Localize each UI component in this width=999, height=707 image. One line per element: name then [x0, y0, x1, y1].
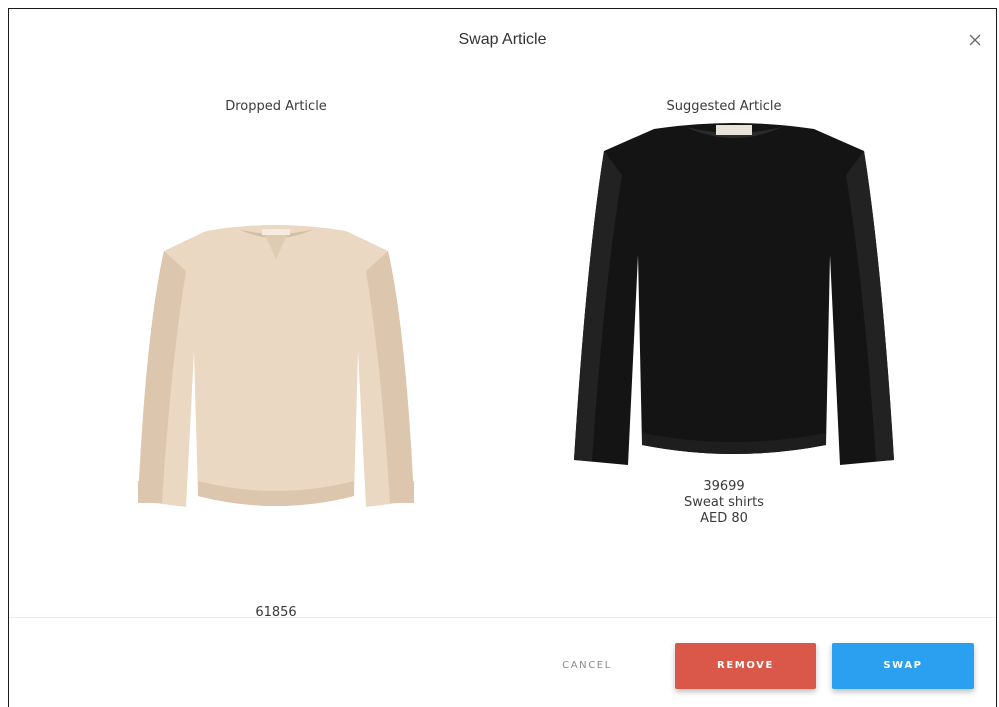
suggested-article-label: Suggested Article [666, 99, 782, 114]
close-icon [969, 34, 981, 46]
dropped-article-label: Dropped Article [225, 99, 327, 114]
swap-article-dialog: Swap Article Dropped Article 61856 Sugge… [8, 8, 997, 707]
suggested-article-price: AED 80 [700, 511, 748, 526]
suggested-article-panel: Suggested Article 39699 Sweat shirts AED… [499, 99, 949, 526]
footer-divider [9, 617, 996, 618]
suggested-article-category: Sweat shirts [684, 495, 764, 510]
beige-sweatshirt-image [138, 225, 414, 507]
cancel-button[interactable]: CANCEL [539, 643, 635, 689]
dropped-article-panel: Dropped Article 61856 [51, 99, 501, 620]
dropped-article-number: 61856 [255, 605, 297, 620]
remove-button[interactable]: REMOVE [675, 643, 816, 689]
suggested-article-number: 39699 [703, 479, 745, 494]
close-button[interactable] [964, 29, 986, 51]
suggested-article-info: 39699 Sweat shirts AED 80 [499, 479, 949, 527]
black-sweater-image [574, 123, 894, 465]
swap-button[interactable]: SWAP [832, 643, 974, 689]
dialog-title: Swap Article [458, 31, 547, 48]
